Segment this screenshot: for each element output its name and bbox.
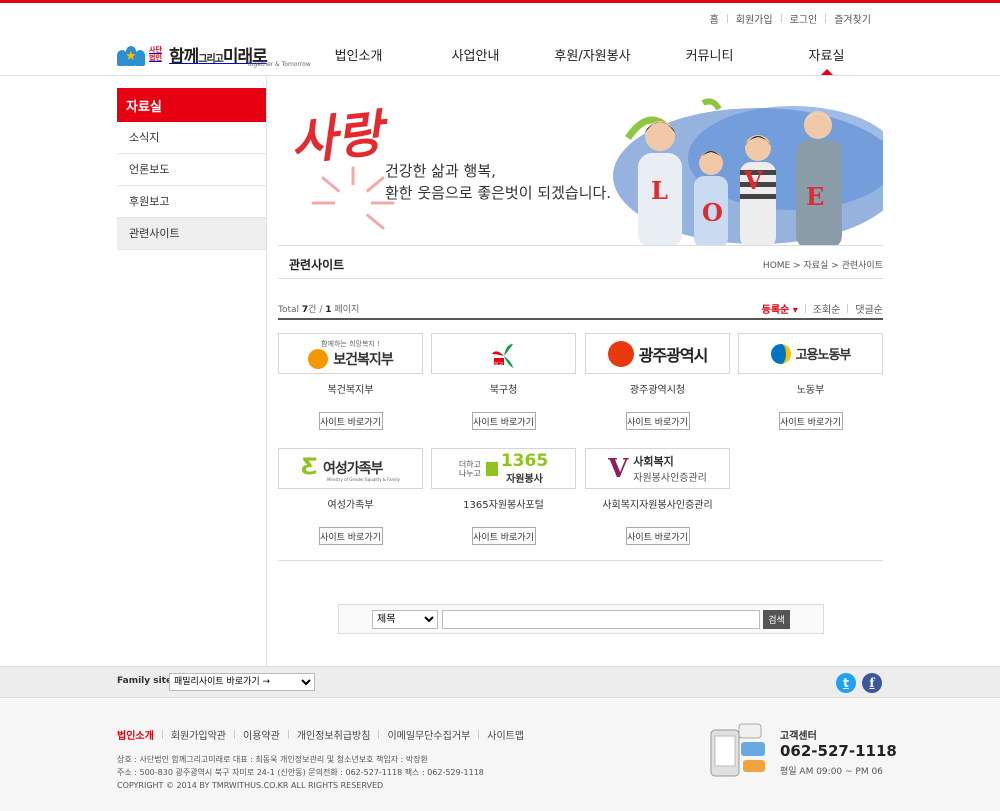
love-letter-l: L: [651, 176, 668, 205]
site-logo-box[interactable]: Ƹ 여성가족부 Ministry of Gender Equality & Fam…: [278, 448, 423, 489]
moel-logo-icon: [770, 343, 791, 364]
util-join-link[interactable]: 회원가입: [728, 11, 781, 26]
footer-link-email-refusal[interactable]: 이메일무단수집거부: [379, 727, 478, 742]
top-accent-line: [0, 0, 1000, 3]
list-top-rule: [278, 318, 883, 320]
family-site-select[interactable]: 패밀리사이트 바로가기 →: [169, 673, 315, 691]
site-go-button[interactable]: 사이트 바로가기: [318, 412, 383, 430]
footer-links: 법인소개 회원가입약관 이용약관 개인정보취급방침 이메일무단수집거부 사이트맵: [117, 727, 532, 742]
site-card: 광주광역시 광주광역시청 사이트 바로가기: [585, 333, 730, 430]
main-nav: 법인소개 사업안내 후원/자원봉사 커뮤니티 자료실: [300, 45, 885, 75]
love-letter-e: E: [806, 182, 825, 211]
logo-small-text: 사단 법인: [149, 46, 162, 62]
footer-link-sitemap[interactable]: 사이트맵: [479, 727, 532, 742]
list-bottom-rule: [278, 560, 883, 561]
customer-center-hours: 평일 AM 09:00 ~ PM 06: [780, 767, 883, 777]
site-card: 북구 북구청 사이트 바로가기: [431, 333, 576, 430]
breadcrumb: HOME > 자료실 > 관련사이트: [762, 261, 883, 271]
sidebar-title: 자료실: [117, 88, 266, 122]
sort-options: 등록순 ▾ 조회순 댓글순: [755, 301, 883, 316]
volunteer-logo-icon: [485, 461, 498, 476]
sidebar-item-report[interactable]: 후원보고: [117, 186, 266, 218]
nav-business[interactable]: 사업안내: [417, 45, 534, 64]
site-name: 사회복지자원봉사인증관리: [602, 500, 713, 511]
utility-nav: 홈 회원가입 로그인 즐겨찾기: [702, 11, 879, 26]
content-header: 관련사이트 HOME > 자료실 > 관련사이트: [278, 245, 883, 279]
logo-people-icon: ★: [117, 42, 145, 66]
site-card: V 사회복지 자원봉사인증관리 사회복지자원봉사인증관리 사이트 바로가기: [585, 448, 730, 545]
site-card: 함께하는 희망복지 ! 보건복지부 복건복지부 사이트 바로가기: [278, 333, 423, 430]
site-logo-box[interactable]: 북구: [431, 333, 576, 374]
nav-donation[interactable]: 후원/자원봉사: [534, 45, 651, 64]
nav-archive[interactable]: 자료실: [768, 45, 885, 75]
footer-link-privacy[interactable]: 개인정보취급방침: [289, 727, 379, 742]
search-button[interactable]: 검색: [763, 610, 790, 629]
family-site-bar: Family site 패밀리사이트 바로가기 → t f: [0, 666, 1000, 698]
facebook-icon[interactable]: f: [862, 673, 882, 693]
nav-community[interactable]: 커뮤니티: [651, 45, 768, 64]
social-welfare-logo-icon: V: [608, 453, 629, 484]
site-go-button[interactable]: 사이트 바로가기: [471, 412, 536, 430]
util-login-link[interactable]: 로그인: [782, 11, 826, 26]
sidebar-item-press[interactable]: 언론보도: [117, 154, 266, 186]
site-logo-box[interactable]: 광주광역시: [585, 333, 730, 374]
site-name: 노동부: [796, 385, 825, 396]
customer-center-phone: 062-527-1118: [780, 742, 897, 760]
footer-link-about[interactable]: 법인소개: [117, 727, 162, 742]
mogef-logo-icon: Ƹ: [300, 455, 318, 480]
customer-center-phone-icon: [710, 723, 765, 777]
footer-link-member-terms[interactable]: 회원가입약관: [163, 727, 234, 742]
util-bookmark-link[interactable]: 즐겨찾기: [826, 11, 879, 26]
mohw-logo-icon: [308, 348, 329, 369]
site-card: 더하고 나누고 1365 자원봉사 1365자원봉사포털 사이트 바로가기: [431, 448, 576, 545]
search-bar: 제목 검색: [338, 604, 824, 634]
sidebar-divider: [266, 76, 267, 666]
sidebar-item-related-sites[interactable]: 관련사이트: [117, 218, 266, 250]
love-letter-o: O: [702, 198, 723, 227]
love-letter-v: V: [744, 166, 763, 195]
banner-copy: 건강한 삶과 행복, 환한 웃음으로 좋은벗이 되겠습니다.: [385, 162, 612, 202]
hero-banner: L O V E 사랑 건강한 삶과 행복, 환한 웃음으로 좋은벗이 되겠습니다…: [278, 88, 883, 245]
site-name: 북구청: [489, 385, 518, 396]
site-go-button[interactable]: 사이트 바로가기: [318, 527, 383, 545]
search-input[interactable]: [442, 610, 760, 629]
site-logo-box[interactable]: 함께하는 희망복지 ! 보건복지부: [278, 333, 423, 374]
sort-by-comments[interactable]: 댓글순: [848, 301, 883, 316]
gwangju-logo-icon: [607, 340, 634, 367]
sort-by-date[interactable]: 등록순 ▾: [755, 301, 805, 316]
customer-center-title: 고객센터: [780, 731, 817, 742]
util-home-link[interactable]: 홈: [702, 11, 727, 26]
site-go-button[interactable]: 사이트 바로가기: [471, 527, 536, 545]
site-go-button[interactable]: 사이트 바로가기: [778, 412, 843, 430]
site-logo-box[interactable]: 고용노동부: [738, 333, 883, 374]
site-name: 광주광역시청: [629, 385, 686, 396]
site-name: 여성가족부: [327, 500, 374, 511]
footer-link-terms[interactable]: 이용약관: [235, 727, 288, 742]
sidebar-item-newsletter[interactable]: 소식지: [117, 122, 266, 154]
footer-company-info: 상호 : 사단법인 함께그리고미래로 대표 : 최동욱 개인정보관리 및 청소년…: [117, 755, 484, 790]
sort-by-views[interactable]: 조회순: [806, 301, 848, 316]
site-logo[interactable]: ★ 사단 법인 함께그리고미래로 Together & Tomorrow: [117, 40, 311, 68]
list-total: Total 7건 / 1 페이지: [278, 305, 360, 315]
page-title: 관련사이트: [289, 258, 345, 272]
search-field-select[interactable]: 제목: [372, 610, 438, 629]
site-card: 고용노동부 노동부 사이트 바로가기: [738, 333, 883, 430]
banner-script-title: 사랑: [287, 103, 386, 172]
site-card: Ƹ 여성가족부 Ministry of Gender Equality & Fam…: [278, 448, 423, 545]
sidebar: 자료실 소식지 언론보도 후원보고 관련사이트: [117, 88, 266, 250]
twitter-icon[interactable]: t: [836, 673, 856, 693]
nav-about[interactable]: 법인소개: [300, 45, 417, 64]
site-logo-box[interactable]: 더하고 나누고 1365 자원봉사: [431, 448, 576, 489]
footer: 법인소개 회원가입약관 이용약관 개인정보취급방침 이메일무단수집거부 사이트맵…: [0, 699, 1000, 811]
site-go-button[interactable]: 사이트 바로가기: [625, 412, 690, 430]
family-site-label: Family site: [117, 676, 173, 686]
site-go-button[interactable]: 사이트 바로가기: [625, 527, 690, 545]
site-logo-box[interactable]: V 사회복지 자원봉사인증관리: [585, 448, 730, 489]
site-name: 1365자원봉사포털: [463, 500, 544, 511]
site-name: 복건복지부: [327, 385, 374, 396]
header-divider: [0, 75, 1000, 76]
